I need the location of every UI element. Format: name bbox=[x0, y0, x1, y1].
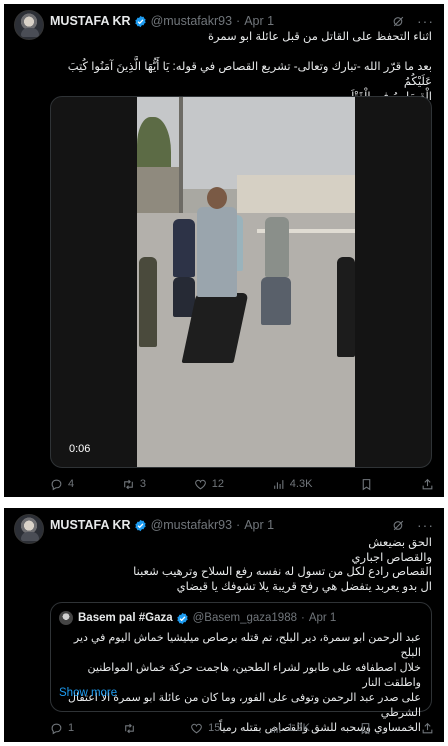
reply-button[interactable]: 4 bbox=[50, 478, 74, 491]
bookmark-button[interactable] bbox=[360, 478, 373, 491]
video-duration: 0:06 bbox=[69, 443, 91, 455]
author-handle[interactable]: @mustafakr93 bbox=[151, 518, 232, 532]
bookmark-icon bbox=[362, 478, 371, 490]
grok-icon[interactable] bbox=[392, 519, 405, 532]
tweet-date[interactable]: Apr 1 bbox=[244, 14, 274, 28]
tweet-text-line: ال بدو يعربد يتفضل هي رفح قريبة يلا تشوف… bbox=[176, 580, 432, 593]
share-icon bbox=[422, 478, 433, 489]
tweet-text-line: بعد ما قرّر الله -تبارك وتعالى- تشريع ال… bbox=[67, 61, 432, 88]
author-name[interactable]: MUSTAFA KR bbox=[50, 14, 131, 28]
quoted-tweet-date[interactable]: Apr 1 bbox=[309, 612, 337, 624]
views-chart-icon bbox=[271, 723, 281, 733]
video-frame[interactable] bbox=[137, 97, 355, 467]
reply-button[interactable]: 1 bbox=[50, 722, 74, 735]
bookmark-icon bbox=[361, 722, 370, 734]
reply-icon bbox=[51, 723, 62, 734]
more-options-icon[interactable]: ··· bbox=[417, 518, 434, 532]
tweet-header: MUSTAFA KR @mustafakr93 · Apr 1 ··· bbox=[50, 516, 434, 534]
quoted-tweet-header: Basem pal #Gaza @Basem_gaza1988 · Apr 1 bbox=[78, 610, 421, 626]
heart-icon bbox=[191, 723, 202, 733]
verified-badge-icon bbox=[134, 15, 146, 27]
tweet-header: MUSTAFA KR @mustafakr93 · Apr 1 ··· bbox=[50, 12, 434, 30]
repost-button[interactable] bbox=[123, 722, 141, 735]
reply-count: 1 bbox=[68, 722, 75, 734]
author-handle[interactable]: @mustafakr93 bbox=[151, 14, 232, 28]
quoted-author-name[interactable]: Basem pal #Gaza bbox=[78, 612, 173, 624]
reply-count: 4 bbox=[68, 478, 75, 490]
tweet-text-intro: اثناء التحفظ على القاتل من قبل عائلة ابو… bbox=[208, 31, 432, 43]
quoted-author-handle[interactable]: @Basem_gaza1988 bbox=[193, 612, 297, 624]
share-button[interactable] bbox=[421, 722, 434, 735]
author-name[interactable]: MUSTAFA KR bbox=[50, 518, 131, 532]
verified-badge-icon bbox=[134, 519, 146, 531]
bookmark-button[interactable] bbox=[359, 722, 372, 735]
separator-dot: · bbox=[301, 612, 305, 624]
like-button[interactable]: 12 bbox=[194, 478, 224, 491]
verified-badge-icon bbox=[176, 612, 188, 624]
tweet-date[interactable]: Apr 1 bbox=[244, 518, 274, 532]
like-count: 12 bbox=[211, 478, 225, 490]
views-button[interactable]: 1.2K bbox=[269, 722, 310, 735]
tweet-actions: 1 15 1.2K bbox=[50, 720, 434, 736]
tweet-actions: 4 3 12 4.3K bbox=[50, 476, 434, 492]
separator-dot: · bbox=[236, 518, 241, 532]
more-options-icon[interactable]: ··· bbox=[417, 14, 434, 28]
repost-icon bbox=[124, 479, 133, 489]
tweet-text-body: الحق بضيعش والقصاص اجباري القصاص رادع لك… bbox=[52, 536, 432, 594]
quoted-tweet[interactable]: Basem pal #Gaza @Basem_gaza1988 · Apr 1 … bbox=[50, 602, 432, 734]
author-avatar[interactable] bbox=[14, 10, 44, 40]
like-button[interactable]: 15 bbox=[190, 722, 220, 735]
heart-icon bbox=[194, 479, 206, 489]
share-button[interactable] bbox=[421, 478, 434, 491]
reply-icon bbox=[51, 479, 62, 490]
show-more-link[interactable]: Show more bbox=[59, 687, 117, 699]
tweet-text-line: الحق بضيعش bbox=[368, 537, 432, 549]
video-player[interactable]: 0:06 bbox=[50, 96, 432, 468]
separator-dot: · bbox=[236, 14, 241, 28]
tweet-card-2[interactable]: MUSTAFA KR @mustafakr93 · Apr 1 ··· الحق… bbox=[4, 508, 444, 742]
share-icon bbox=[422, 722, 433, 733]
repost-button[interactable]: 3 bbox=[122, 478, 146, 491]
tweet-card-1[interactable]: MUSTAFA KR @mustafakr93 · Apr 1 ··· اثنا… bbox=[4, 4, 444, 497]
quoted-text-line: عبد الرحمن ابو سمرة، دير البلح، تم قتله … bbox=[73, 632, 421, 659]
views-chart-icon bbox=[273, 479, 284, 489]
quoted-author-avatar[interactable] bbox=[59, 611, 73, 625]
like-count: 15 bbox=[208, 722, 221, 734]
view-count: 1.2K bbox=[287, 722, 310, 734]
tweet-text-line: القصاص رادع لكل من تسول له نفسه رفع السل… bbox=[133, 566, 432, 578]
grok-icon[interactable] bbox=[392, 15, 405, 28]
view-count: 4.3K bbox=[289, 478, 313, 490]
repost-count: 3 bbox=[139, 478, 147, 490]
author-avatar[interactable] bbox=[14, 514, 44, 544]
repost-icon bbox=[125, 723, 134, 733]
tweet-text-line: والقصاص اجباري bbox=[351, 551, 432, 564]
views-button[interactable]: 4.3K bbox=[272, 478, 313, 491]
